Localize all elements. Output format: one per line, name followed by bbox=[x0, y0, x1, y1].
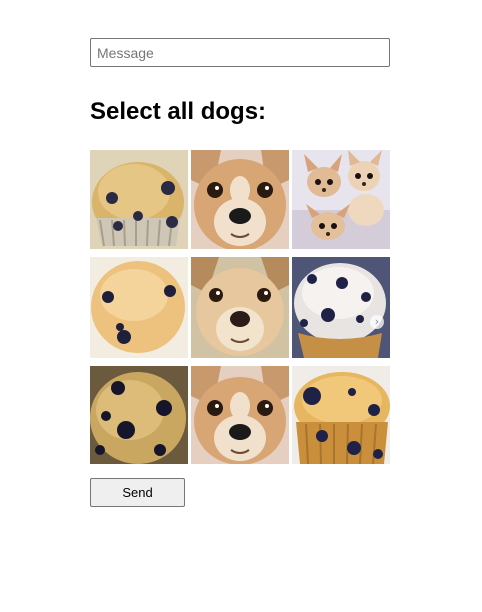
image-tile-9-muffin[interactable] bbox=[292, 366, 390, 464]
image-tile-3-dog[interactable] bbox=[292, 150, 390, 249]
image-tile-8-dog[interactable] bbox=[191, 366, 289, 464]
image-tile-5-dog[interactable] bbox=[191, 257, 289, 358]
image-grid: › bbox=[90, 150, 390, 464]
send-button[interactable]: Send bbox=[90, 478, 185, 507]
image-tile-6-muffin[interactable]: › bbox=[292, 257, 390, 358]
image-tile-7-muffin[interactable] bbox=[90, 366, 188, 464]
image-tile-2-dog[interactable] bbox=[191, 150, 289, 249]
image-tile-1-muffin[interactable] bbox=[90, 150, 188, 249]
message-input[interactable] bbox=[90, 38, 390, 67]
captcha-page: Select all dogs: bbox=[0, 0, 482, 612]
page-title: Select all dogs: bbox=[90, 98, 267, 125]
chevron-right-icon[interactable]: › bbox=[370, 315, 384, 329]
image-tile-4-muffin[interactable] bbox=[90, 257, 188, 358]
